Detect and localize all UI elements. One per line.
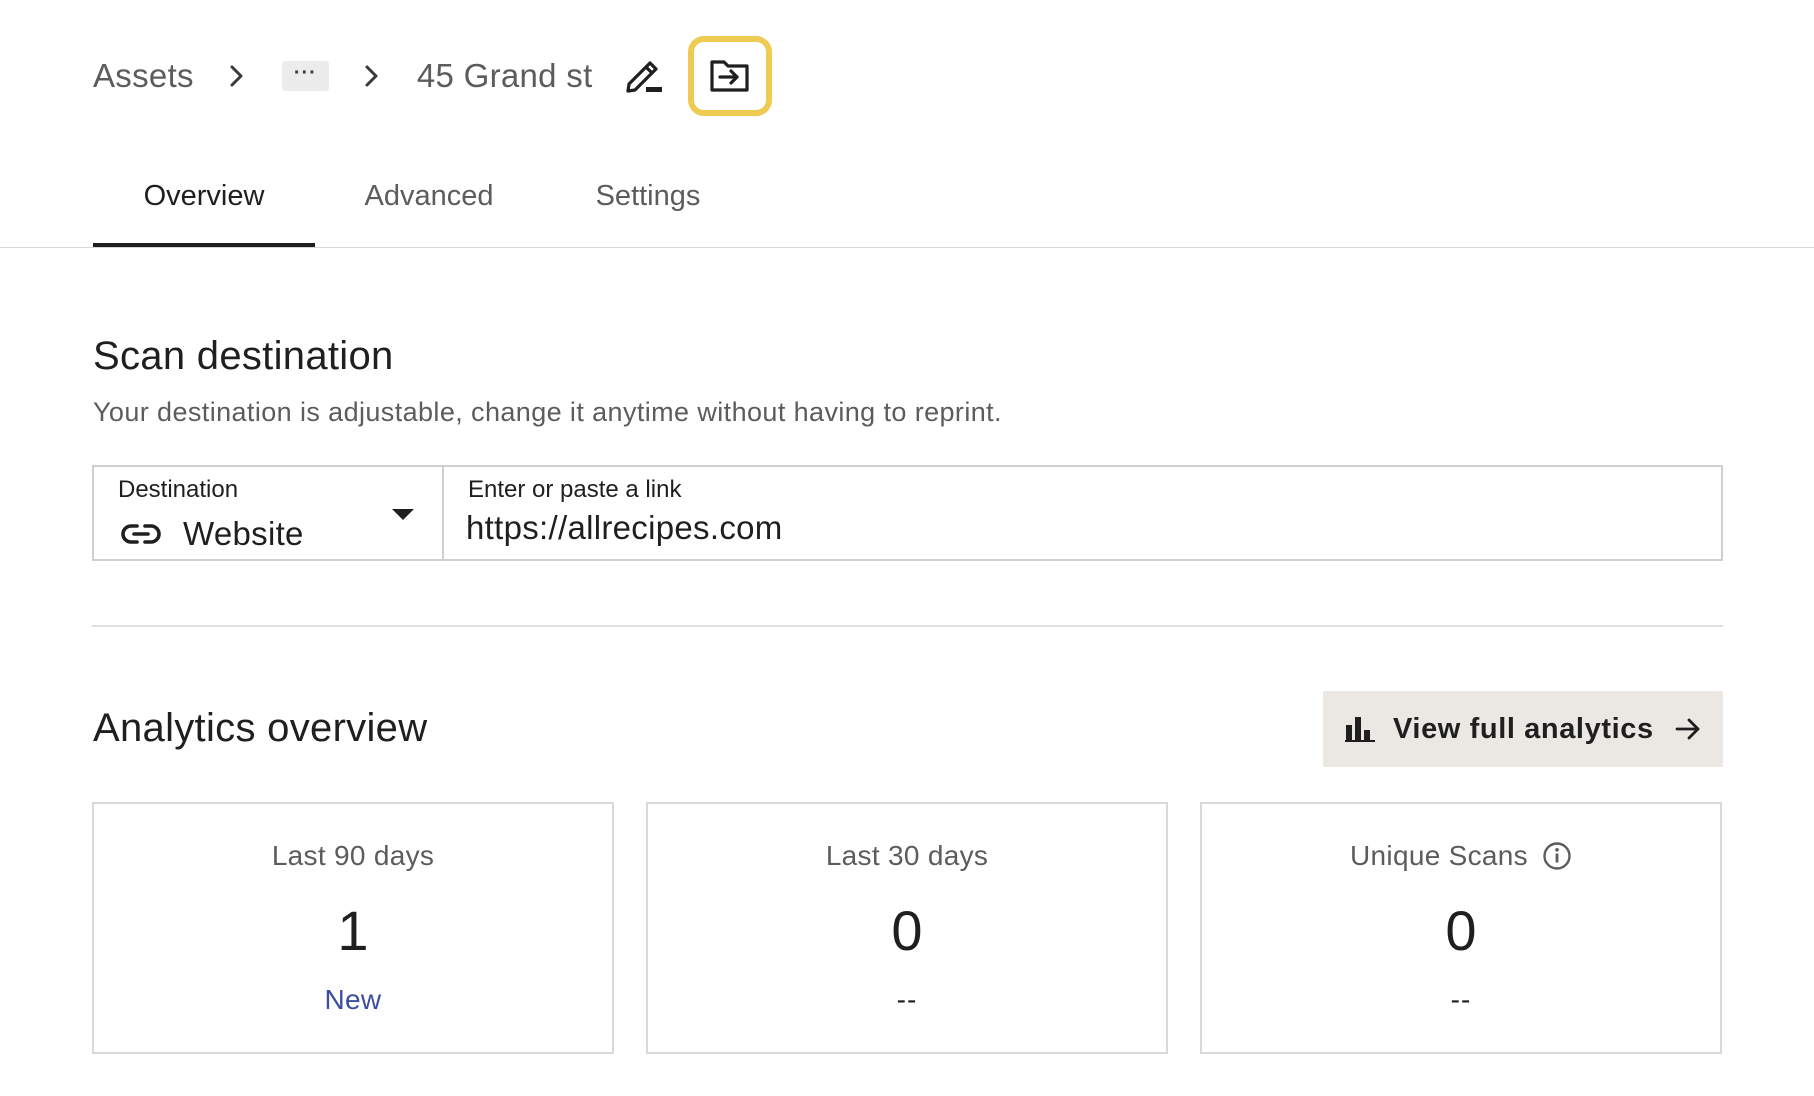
bar-chart-icon	[1345, 717, 1375, 742]
breadcrumb-current-asset: 45 Grand st	[416, 57, 593, 94]
stat-label: Last 90 days	[271, 840, 435, 871]
stat-change-badge: --	[1450, 984, 1472, 1015]
link-icon	[121, 524, 161, 544]
stat-label-row: Last 30 days	[648, 840, 1166, 872]
destination-row: Destination Website Enter or paste a lin…	[92, 465, 1723, 561]
move-to-folder-button[interactable]	[687, 36, 772, 116]
stat-label: Unique Scans	[1350, 840, 1528, 871]
destination-selected-option: Website	[121, 515, 304, 553]
chevron-right-icon	[226, 65, 248, 87]
view-full-analytics-button[interactable]: View full analytics	[1323, 691, 1723, 767]
stat-change-badge: New	[324, 984, 382, 1015]
breadcrumb-ellipsis-button[interactable]: ···	[281, 61, 329, 91]
stat-card-last-30-days: Last 30 days 0 --	[646, 802, 1168, 1054]
stats-row: Last 90 days 1 New Last 30 days 0 -- Uni…	[92, 802, 1722, 1054]
caret-down-icon	[392, 509, 414, 520]
link-input[interactable]	[466, 509, 1666, 547]
tab-overview[interactable]: Overview	[93, 160, 315, 247]
rename-button[interactable]	[622, 54, 666, 98]
tab-bar: Overview Advanced Settings	[93, 160, 753, 247]
link-field-label: Enter or paste a link	[468, 476, 682, 503]
stat-change-badge: --	[896, 984, 918, 1015]
tab-advanced[interactable]: Advanced	[315, 160, 543, 247]
stat-card-unique-scans: Unique Scans 0 --	[1200, 802, 1722, 1054]
stat-label: Last 30 days	[825, 840, 989, 871]
info-icon[interactable]	[1542, 841, 1572, 871]
destination-value: Website	[183, 515, 304, 552]
section-divider	[92, 625, 1723, 627]
link-field[interactable]: Enter or paste a link	[444, 465, 1723, 561]
analytics-overview-title: Analytics overview	[93, 706, 428, 750]
view-full-analytics-label: View full analytics	[1393, 712, 1654, 745]
chevron-right-icon	[361, 65, 383, 87]
breadcrumb: Assets ··· 45 Grand st	[93, 33, 772, 119]
breadcrumb-assets-link[interactable]: Assets	[93, 57, 194, 95]
stat-label-row: Unique Scans	[1202, 840, 1720, 872]
folder-move-icon	[709, 60, 749, 92]
arrow-right-icon	[1675, 718, 1700, 740]
destination-select[interactable]: Destination Website	[92, 465, 444, 561]
scan-destination-subtitle: Your destination is adjustable, change i…	[93, 397, 1002, 427]
tab-settings[interactable]: Settings	[543, 160, 753, 247]
stat-card-last-90-days: Last 90 days 1 New	[92, 802, 614, 1054]
destination-select-label: Destination	[118, 476, 239, 503]
tabs-divider	[0, 247, 1814, 248]
stat-value: 0	[1445, 899, 1477, 962]
pencil-edit-icon	[625, 61, 662, 93]
scan-destination-title: Scan destination	[93, 334, 394, 378]
stat-label-row: Last 90 days	[94, 840, 612, 872]
stat-value: 0	[891, 899, 923, 962]
stat-value: 1	[337, 899, 369, 962]
